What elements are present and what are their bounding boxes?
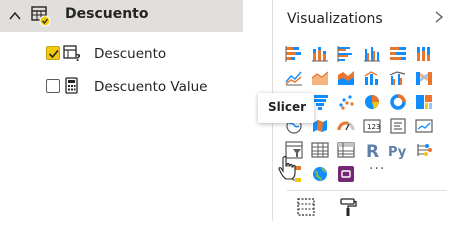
line-and-column-chart-icon[interactable]: [361, 67, 383, 89]
calculator-measure-icon: [65, 77, 78, 94]
fields-well-icon[interactable]: [295, 196, 317, 218]
stacked-column-chart-icon[interactable]: [309, 43, 331, 65]
clustered-bar-chart-icon[interactable]: [335, 43, 357, 65]
chevron-up-icon[interactable]: [8, 9, 22, 23]
key-influencers-icon[interactable]: [413, 139, 435, 161]
chevron-right-icon[interactable]: [433, 10, 445, 24]
stacked-bar-chart-icon[interactable]: [283, 43, 305, 65]
field-checkbox-unchecked[interactable]: [46, 79, 60, 93]
checkmark-icon: [48, 49, 59, 59]
card-icon[interactable]: 123: [361, 115, 383, 137]
python-visual-icon[interactable]: Py: [387, 139, 409, 161]
treemap-icon[interactable]: [413, 91, 435, 113]
pane-divider: [287, 190, 447, 191]
hand-cursor-icon: [278, 155, 296, 180]
table-visual-icon[interactable]: [309, 139, 331, 161]
r-script-visual-icon[interactable]: R: [361, 139, 383, 161]
field-checkbox-checked[interactable]: [46, 46, 60, 60]
100-stacked-bar-chart-icon[interactable]: [387, 43, 409, 65]
slicer-tooltip: Slicer: [258, 93, 314, 123]
pie-chart-icon[interactable]: [361, 91, 383, 113]
scatter-chart-icon[interactable]: [335, 91, 357, 113]
field-row-descuento-value[interactable]: Descuento Value: [0, 74, 243, 102]
area-chart-icon[interactable]: [309, 67, 331, 89]
field-label: Descuento: [94, 46, 167, 62]
table-icon: [31, 6, 51, 27]
field-row-descuento[interactable]: ? Descuento: [0, 41, 243, 69]
table-header-descuento[interactable]: Descuento: [0, 0, 243, 32]
ribbon-chart-icon[interactable]: [413, 67, 435, 89]
100-stacked-column-chart-icon[interactable]: [413, 43, 435, 65]
multi-row-card-icon[interactable]: [387, 115, 409, 137]
stacked-area-chart-icon[interactable]: [335, 67, 357, 89]
donut-chart-icon[interactable]: [387, 91, 409, 113]
svg-text:?: ?: [75, 53, 81, 62]
visualizations-title: Visualizations: [287, 11, 383, 27]
gauge-icon[interactable]: [335, 115, 357, 137]
kpi-icon[interactable]: [413, 115, 435, 137]
table-name: Descuento: [65, 6, 149, 22]
svg-text:123: 123: [367, 123, 380, 131]
line-chart-icon[interactable]: [283, 67, 305, 89]
clustered-column-chart-icon[interactable]: [361, 43, 383, 65]
svg-text:R: R: [366, 142, 379, 161]
matrix-icon[interactable]: [335, 139, 357, 161]
svg-text:Py: Py: [388, 145, 407, 160]
line-and-clustered-column-chart-icon[interactable]: [387, 67, 409, 89]
what-if-parameter-icon: ?: [63, 45, 81, 62]
power-apps-icon[interactable]: [335, 163, 357, 185]
more-visuals-button[interactable]: ···: [369, 162, 385, 176]
tooltip-text: Slicer: [268, 100, 307, 114]
format-paint-roller-icon[interactable]: [337, 196, 359, 218]
field-label: Descuento Value: [94, 79, 208, 95]
fields-pane: Descuento ? Descuento Descuento Value: [0, 0, 243, 110]
globe-map-icon[interactable]: [309, 163, 331, 185]
